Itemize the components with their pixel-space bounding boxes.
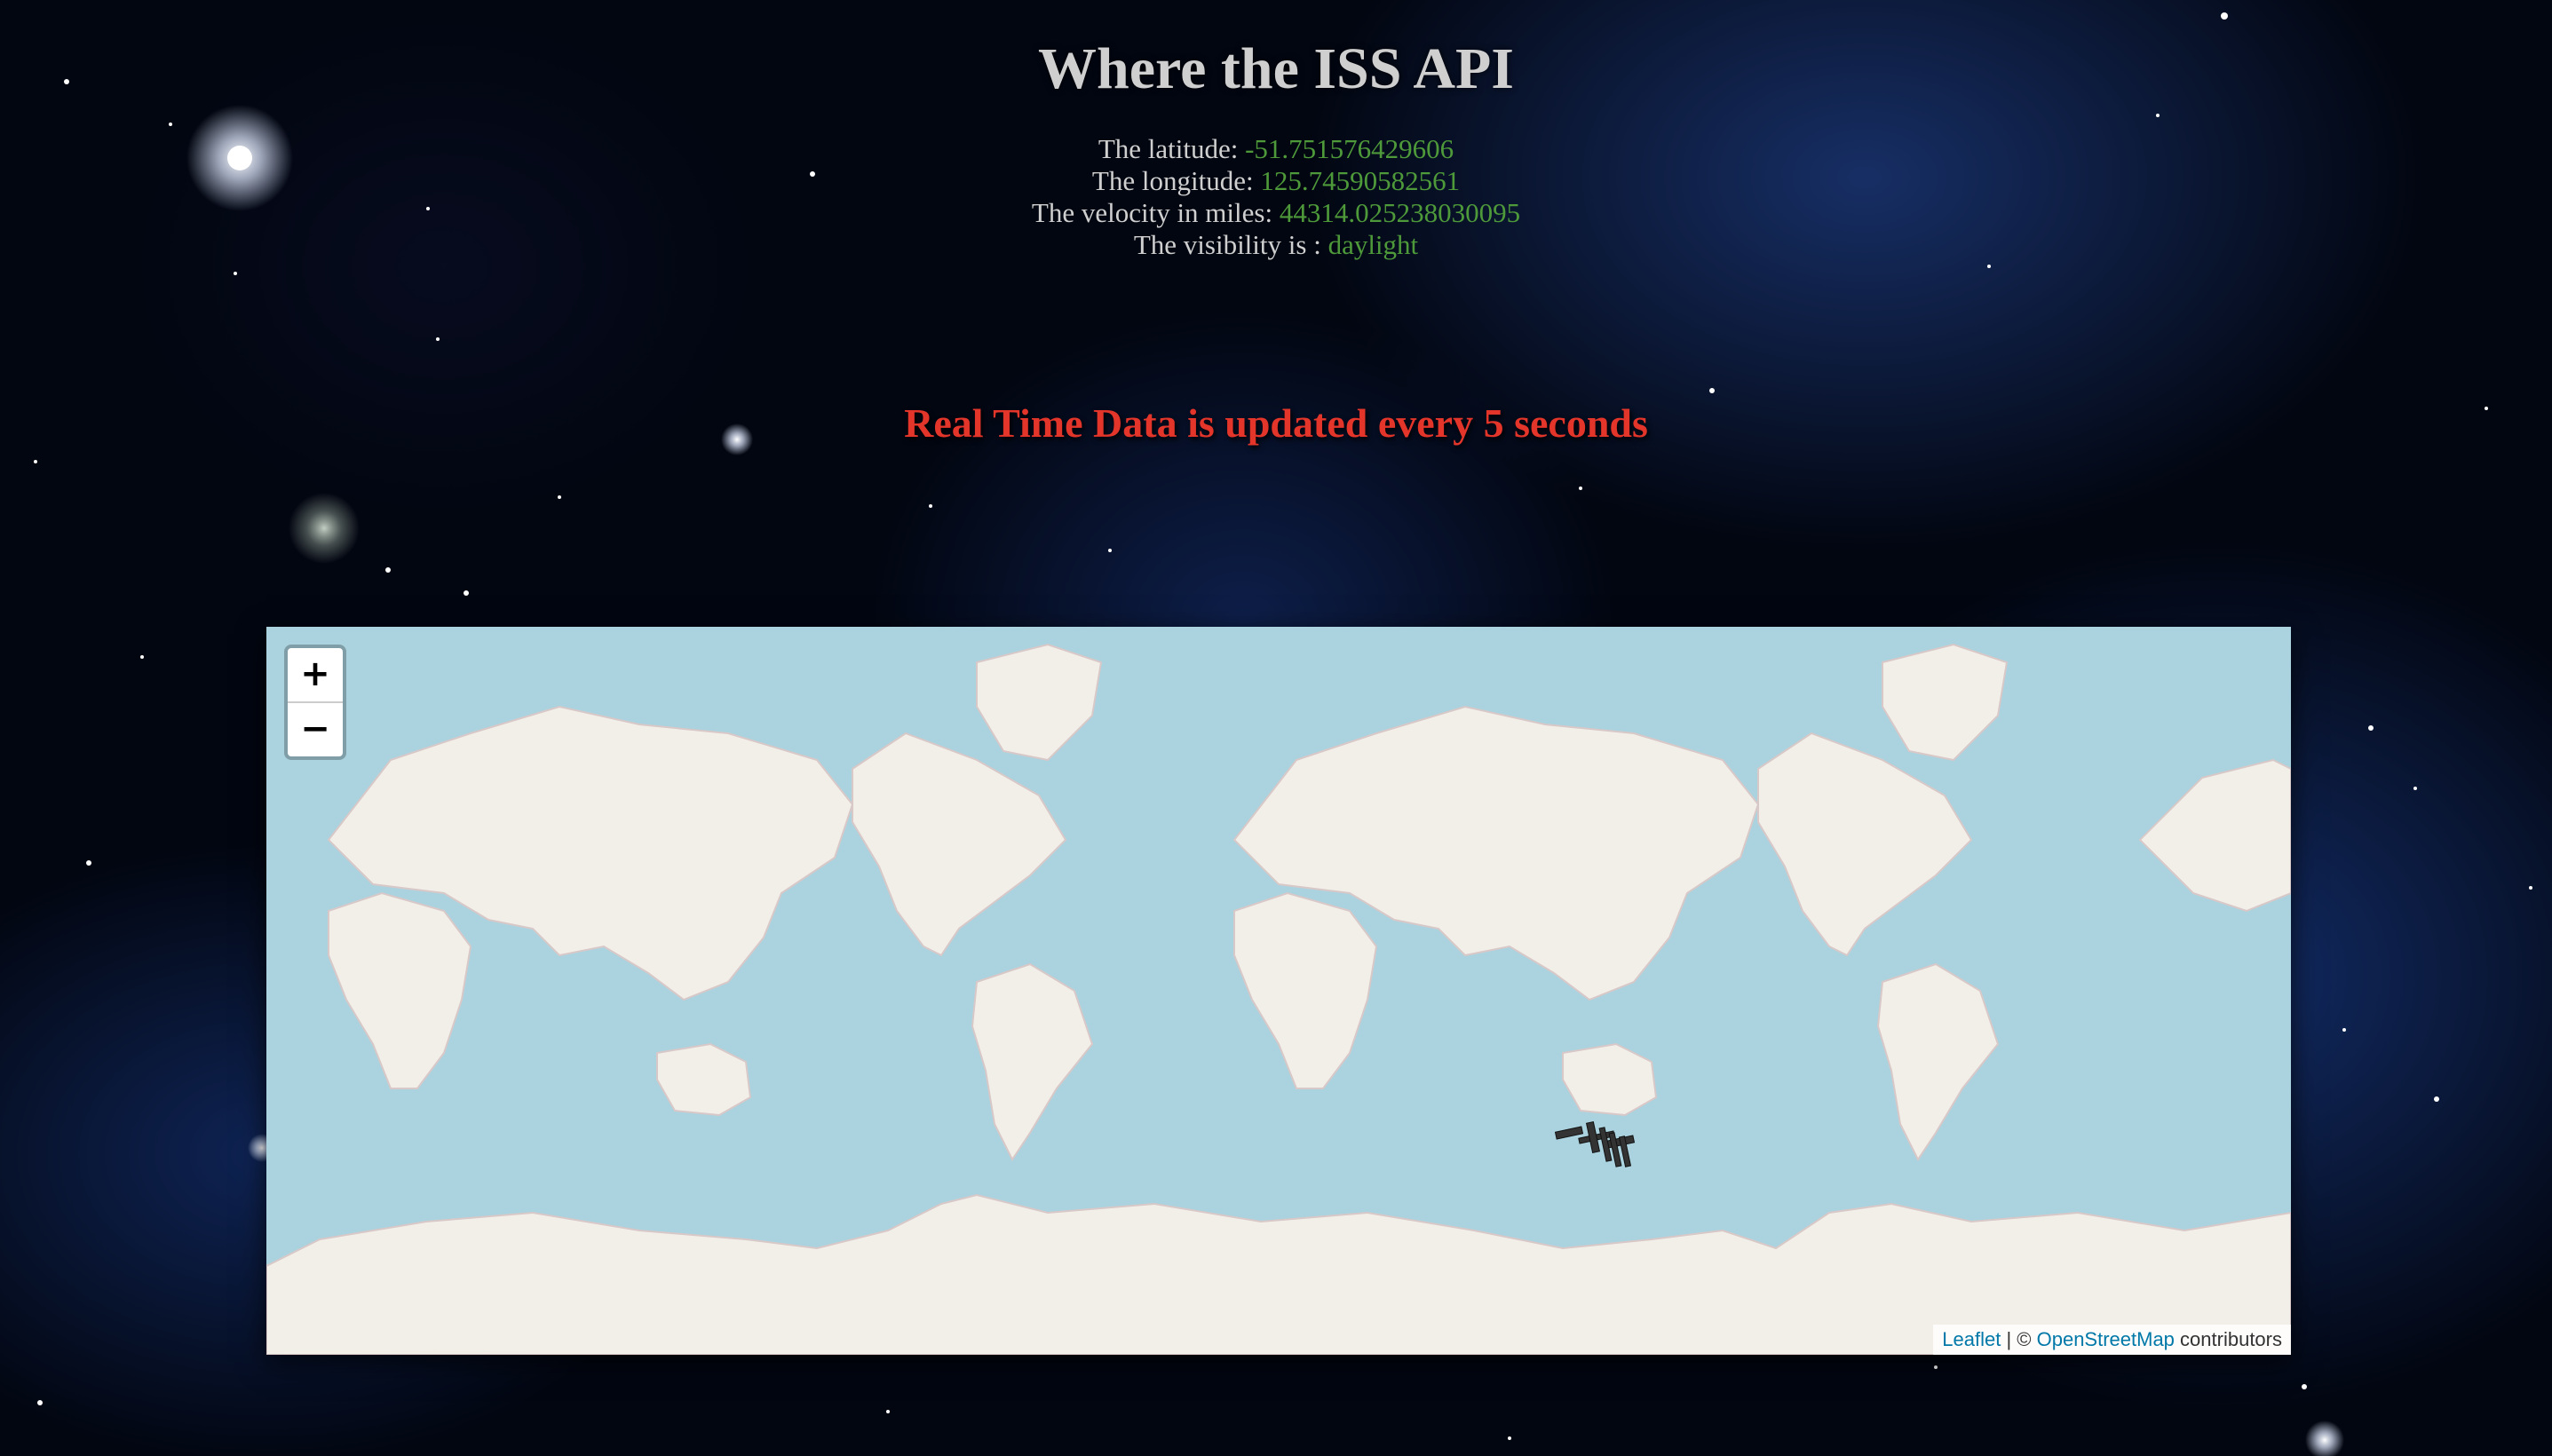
attribution-separator: | © bbox=[2006, 1328, 2032, 1350]
world-map-tiles bbox=[266, 643, 2291, 1355]
velocity-value: 44314.025238030095 bbox=[1279, 197, 1521, 228]
latitude-label: The latitude: bbox=[1098, 133, 1239, 164]
zoom-in-button[interactable]: + bbox=[288, 648, 343, 703]
iss-stats: The latitude: -51.751576429606 The longi… bbox=[0, 133, 2552, 261]
zoom-out-button[interactable]: − bbox=[288, 703, 343, 756]
page-title: Where the ISS API bbox=[1038, 36, 1514, 101]
iss-map[interactable]: + − Leaflet | © OpenStreetMap contributo… bbox=[266, 627, 2291, 1355]
longitude-label: The longitude: bbox=[1091, 165, 1254, 196]
visibility-value: daylight bbox=[1328, 229, 1419, 260]
latitude-row: The latitude: -51.751576429606 bbox=[0, 133, 2552, 165]
update-notice: Real Time Data is updated every 5 second… bbox=[904, 400, 1648, 446]
openstreetmap-link[interactable]: OpenStreetMap bbox=[2037, 1328, 2175, 1350]
latitude-value: -51.751576429606 bbox=[1245, 133, 1454, 164]
visibility-row: The visibility is : daylight bbox=[0, 229, 2552, 261]
zoom-control: + − bbox=[284, 645, 346, 760]
visibility-label: The visibility is : bbox=[1133, 229, 1321, 260]
map-attribution: Leaflet | © OpenStreetMap contributors bbox=[1933, 1325, 2291, 1355]
leaflet-link[interactable]: Leaflet bbox=[1942, 1328, 2001, 1350]
longitude-value: 125.74590582561 bbox=[1260, 165, 1461, 196]
page-header: Where the ISS API The latitude: -51.7515… bbox=[0, 36, 2552, 261]
longitude-row: The longitude: 125.74590582561 bbox=[0, 165, 2552, 197]
iss-icon[interactable] bbox=[1554, 1115, 1638, 1168]
velocity-row: The velocity in miles: 44314.02523803009… bbox=[0, 197, 2552, 229]
velocity-label: The velocity in miles: bbox=[1031, 197, 1273, 228]
attribution-suffix: contributors bbox=[2180, 1328, 2282, 1350]
